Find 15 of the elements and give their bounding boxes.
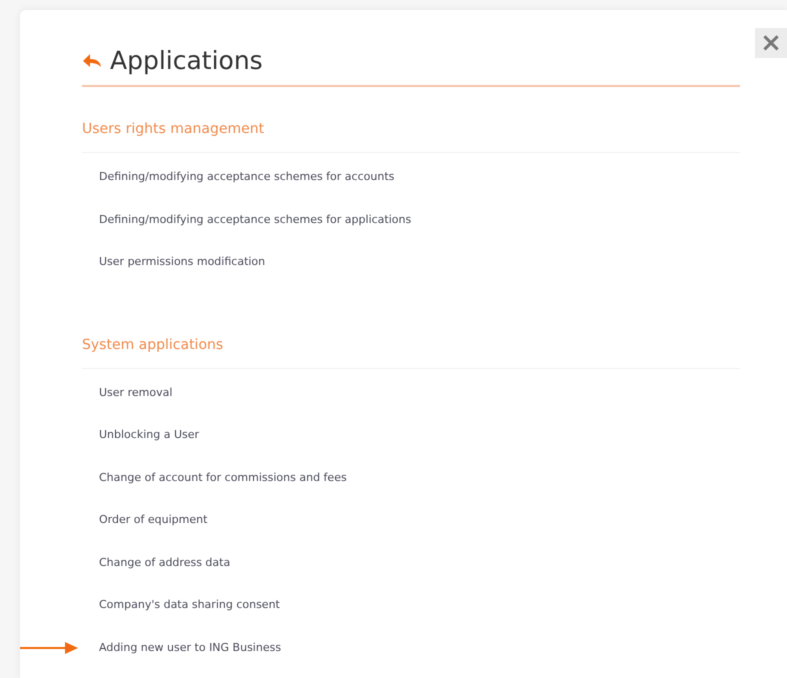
section-heading: System applications	[82, 302, 740, 368]
application-link[interactable]: Change of account for commissions and fees	[99, 468, 740, 510]
application-link[interactable]: Adding new user to ING Business	[99, 638, 740, 678]
application-link[interactable]: Defining/modifying acceptance schemes for applications	[99, 210, 740, 252]
application-link[interactable]: Company's data sharing consent	[99, 595, 740, 638]
application-link[interactable]: Unblocking a User	[99, 425, 740, 468]
application-link[interactable]: Defining/modifying acceptance schemes for accounts	[99, 167, 740, 210]
page-title: Applications	[110, 46, 263, 75]
application-link[interactable]: Order of equipment	[99, 510, 740, 552]
back-arrow-icon[interactable]	[82, 52, 102, 68]
application-link[interactable]: User permissions modification	[99, 252, 740, 294]
application-link[interactable]: Change of address data	[99, 552, 740, 595]
close-button[interactable]: ×	[755, 28, 787, 58]
application-link[interactable]: User removal	[99, 382, 740, 425]
section-heading: Users rights management	[82, 87, 740, 153]
